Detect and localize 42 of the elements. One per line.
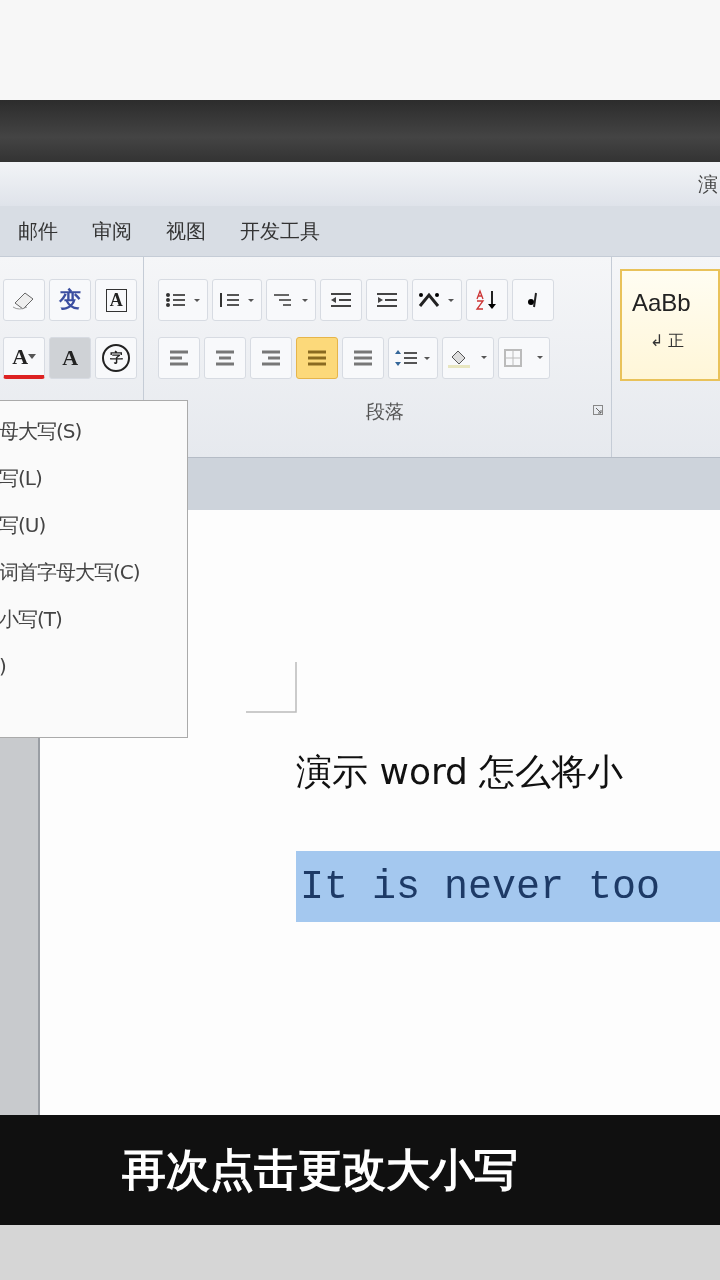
menu-item[interactable]: 小写(T) bbox=[0, 599, 187, 646]
alignment-button[interactable] bbox=[204, 337, 247, 379]
menu-item[interactable]: ) bbox=[0, 646, 187, 693]
ribbon-tab[interactable]: 开发工具 bbox=[228, 213, 332, 249]
alignment-button[interactable] bbox=[342, 337, 385, 379]
selected-text: It is never too bbox=[296, 851, 720, 922]
ribbon-tab[interactable]: 视图 bbox=[154, 213, 218, 249]
enclose-character-button[interactable]: 字 bbox=[95, 337, 138, 379]
numbered-list-icon[interactable] bbox=[212, 279, 263, 321]
ribbon-tab[interactable]: 邮件 bbox=[6, 213, 70, 249]
alignment-button[interactable] bbox=[296, 337, 339, 379]
margin-corner-mark bbox=[246, 662, 298, 714]
font-color-button[interactable]: A bbox=[3, 337, 46, 379]
menu-item[interactable]: 写(L) bbox=[0, 458, 187, 505]
dialog-launcher-icon[interactable] bbox=[593, 405, 603, 415]
align-lines-icon bbox=[352, 349, 375, 367]
sort-icon[interactable] bbox=[466, 279, 509, 321]
phonetic-guide-button[interactable]: 变 bbox=[49, 279, 92, 321]
increase-indent-icon[interactable] bbox=[366, 279, 409, 321]
multilevel-list-icon[interactable] bbox=[266, 279, 317, 321]
align-lines-icon bbox=[306, 349, 329, 367]
window-title: 演 bbox=[698, 170, 718, 198]
dropdown-arrow-icon[interactable] bbox=[28, 354, 37, 359]
menu-item[interactable]: 母大写(S) bbox=[0, 411, 187, 458]
paragraph-mark-icon[interactable] bbox=[512, 279, 555, 321]
character-shading-button[interactable]: A bbox=[49, 337, 92, 379]
decrease-indent-icon[interactable] bbox=[320, 279, 363, 321]
align-lines-icon bbox=[260, 349, 283, 367]
character-border-button[interactable]: A bbox=[95, 279, 138, 321]
align-lines-icon bbox=[214, 349, 237, 367]
group-label: 段落 bbox=[365, 399, 404, 424]
bullet-list-icon[interactable] bbox=[158, 279, 209, 321]
style-preview[interactable]: AaBb ↲ 正 bbox=[620, 269, 720, 381]
alignment-button[interactable] bbox=[250, 337, 293, 379]
menu-item[interactable]: 写(U) bbox=[0, 505, 187, 552]
alignment-button[interactable] bbox=[158, 337, 201, 379]
align-lines-icon bbox=[168, 349, 191, 367]
line-spacing-icon[interactable] bbox=[388, 337, 439, 379]
chinese-layout-icon[interactable] bbox=[412, 279, 463, 321]
ribbon-tab[interactable]: 审阅 bbox=[80, 213, 144, 249]
document-heading: 演示 word 怎么将小 bbox=[296, 750, 624, 794]
subtitle-text: 再次点击更改大小写 bbox=[122, 1142, 518, 1197]
